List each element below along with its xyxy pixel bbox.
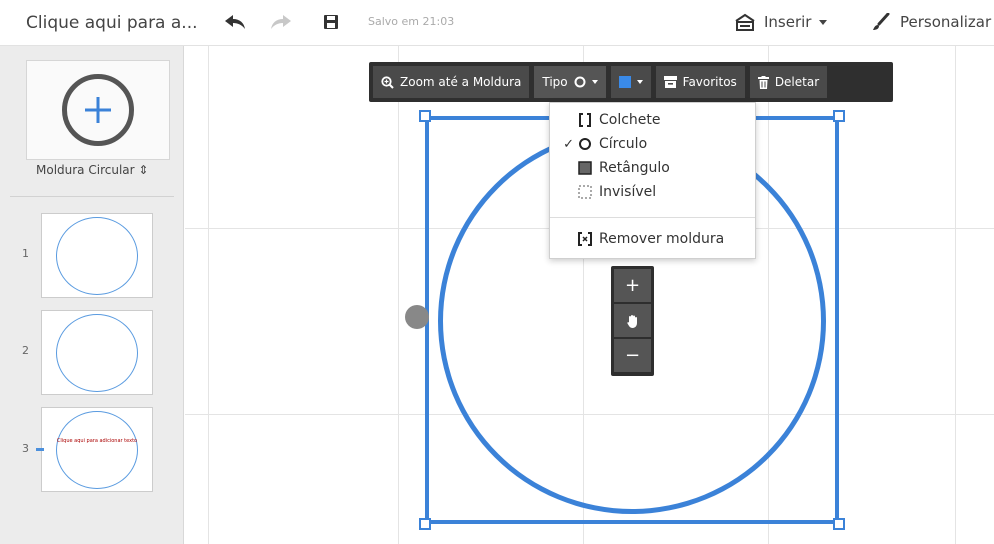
resize-handle-top-right[interactable]: [833, 110, 845, 122]
zoom-out-button[interactable]: −: [614, 339, 651, 372]
grid-line: [398, 46, 399, 544]
chevron-down-icon: [819, 19, 828, 25]
saved-status: Salvo em 21:03: [368, 15, 455, 28]
menu-item-invisible[interactable]: Invisível: [550, 180, 755, 204]
undo-button[interactable]: [224, 12, 246, 32]
menu-item-label: Retângulo: [599, 160, 670, 176]
slide-text: Clique aqui para adicionar texto: [56, 438, 138, 444]
top-bar: Clique aqui para a... Salvo em 21:03 Ins…: [0, 0, 994, 46]
insert-icon: [735, 13, 755, 31]
circle-icon: [574, 76, 586, 88]
frame-type-button[interactable]: Tipo: [534, 66, 606, 98]
frame-color-button[interactable]: [610, 66, 651, 98]
slide-circle-frame: [56, 217, 138, 295]
rectangle-icon: [578, 161, 592, 175]
hand-icon: [626, 314, 637, 328]
slide-circle-frame: [56, 314, 138, 392]
slides-sidebar: Moldura Circular ⇕ 1 2 3 Clique aqui par…: [0, 46, 184, 544]
delete-button[interactable]: Deletar: [749, 66, 828, 98]
customize-button[interactable]: Personalizar: [872, 10, 991, 34]
zoom-to-frame-label: Zoom até a Moldura: [400, 75, 522, 89]
slide-number: 2: [22, 344, 29, 357]
invisible-frame-icon: [578, 185, 592, 199]
zoom-to-frame-button[interactable]: Zoom até a Moldura: [373, 66, 530, 98]
rotate-handle[interactable]: [405, 305, 429, 329]
trash-icon: [757, 75, 769, 89]
menu-item-label: Invisível: [599, 184, 657, 200]
frame-type-label: Tipo: [542, 75, 568, 89]
frame-toolbar: Zoom até a Moldura Tipo Favoritos Deleta…: [369, 62, 893, 102]
zoom-icon: [381, 75, 394, 89]
add-frame-button[interactable]: [26, 60, 170, 160]
color-swatch: [618, 76, 631, 88]
bracket-icon: [578, 113, 592, 127]
add-circle-frame: [62, 74, 134, 146]
menu-item-label: Colchete: [599, 112, 661, 128]
pan-button[interactable]: [614, 304, 651, 337]
resize-handle-bottom-left[interactable]: [419, 518, 431, 530]
brush-icon: [873, 13, 890, 30]
resize-handle-bottom-right[interactable]: [833, 518, 845, 530]
chevron-down-icon: [591, 80, 598, 84]
favorites-button[interactable]: Favoritos: [655, 66, 745, 98]
favorites-label: Favoritos: [682, 75, 737, 89]
remove-frame-item[interactable]: Remover moldura: [550, 227, 755, 251]
slide-marker: [36, 448, 44, 451]
undo-icon: [225, 15, 245, 29]
frame-type-select[interactable]: Moldura Circular ⇕: [36, 163, 148, 177]
archive-icon: [663, 76, 677, 88]
grid-line: [955, 46, 956, 544]
remove-frame-icon: [578, 232, 592, 246]
menu-item-label: Círculo: [599, 136, 648, 152]
frame-type-menu: Colchete ✓ Círculo Retângulo Invisível R…: [549, 102, 756, 259]
slide-circle-frame: [56, 411, 138, 489]
circle-icon: [578, 137, 592, 151]
grid-line: [208, 46, 209, 544]
remove-frame-label: Remover moldura: [599, 231, 725, 247]
redo-button[interactable]: [270, 12, 292, 32]
plus-icon: [85, 97, 111, 123]
menu-item-bracket[interactable]: Colchete: [550, 108, 755, 132]
divider: [10, 196, 174, 197]
check-mark: ✓: [563, 136, 574, 152]
menu-separator: [550, 217, 755, 218]
redo-icon: [271, 15, 291, 29]
slide-number: 3: [22, 442, 29, 455]
document-title[interactable]: Clique aqui para a...: [26, 13, 198, 33]
slide-number: 1: [22, 247, 29, 260]
zoom-controls: + −: [611, 266, 654, 376]
slide-thumbnail-3[interactable]: Clique aqui para adicionar texto: [36, 407, 153, 492]
delete-label: Deletar: [774, 75, 820, 89]
save-icon: [324, 15, 338, 29]
menu-item-rectangle[interactable]: Retângulo: [550, 156, 755, 180]
customize-label: Personalizar: [900, 13, 992, 31]
insert-label: Inserir: [764, 13, 812, 31]
zoom-in-button[interactable]: +: [614, 269, 651, 302]
slide-thumbnail-1[interactable]: [41, 213, 153, 298]
insert-button[interactable]: Inserir: [734, 10, 828, 34]
resize-handle-top-left[interactable]: [419, 110, 431, 122]
slide-thumbnail-2[interactable]: [41, 310, 153, 395]
save-button[interactable]: [322, 12, 340, 32]
chevron-down-icon: [636, 80, 643, 84]
menu-item-circle[interactable]: ✓ Círculo: [550, 132, 755, 156]
